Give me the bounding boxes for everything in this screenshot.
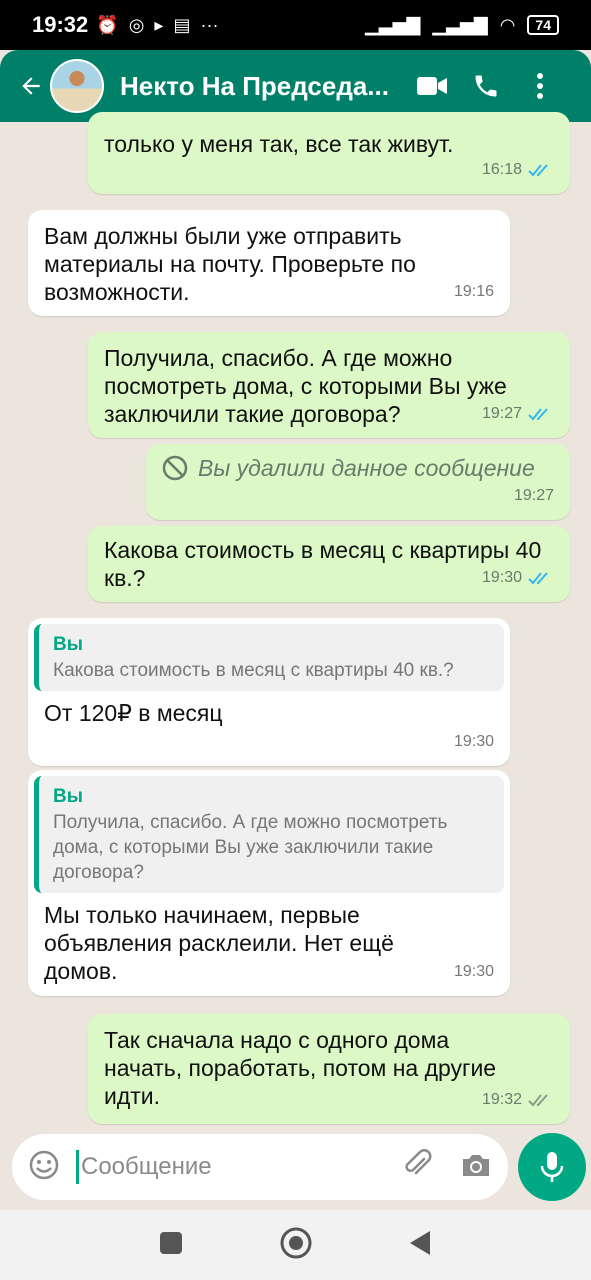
- message-time: 19:27: [513, 487, 554, 504]
- mic-icon: [540, 1152, 564, 1182]
- message-time: 19:16: [453, 283, 494, 300]
- message-meta: 19:30: [454, 728, 494, 756]
- more-dots-icon: ···: [200, 14, 219, 35]
- back-arrow-icon[interactable]: [16, 71, 46, 101]
- avatar[interactable]: [50, 59, 104, 113]
- status-icons-left: ⏰ ◎ ▸ ▤ ···: [96, 15, 218, 36]
- message-meta: 19:32: [482, 1086, 554, 1114]
- message-text: только у меня так, все так живут.: [104, 131, 454, 157]
- play-icon: ▸: [154, 14, 164, 35]
- message-meta: 19:30: [454, 958, 494, 986]
- quote-author: Вы: [53, 634, 83, 655]
- home-icon[interactable]: [279, 1226, 313, 1265]
- quoted-message[interactable]: Вы Какова стоимость в месяц с квартиры 4…: [34, 624, 504, 691]
- message-text: Мы только начинаем, первые объявления ра…: [44, 902, 394, 984]
- message-incoming[interactable]: Вам должны были уже отправить материалы …: [28, 210, 510, 316]
- deleted-message: Вы удалили данное сообщение: [162, 454, 554, 482]
- message-time: 19:30: [453, 733, 494, 750]
- more-vert-icon[interactable]: [513, 59, 567, 113]
- message-outgoing[interactable]: Какова стоимость в месяц с квартиры 40 к…: [88, 526, 570, 602]
- back-icon[interactable]: [408, 1229, 434, 1262]
- phone-icon[interactable]: [459, 59, 513, 113]
- signal-icon: ▁▃▅▇: [432, 14, 488, 35]
- attach-icon[interactable]: [402, 1148, 434, 1186]
- emoji-icon[interactable]: [28, 1149, 60, 1186]
- message-meta: 19:16: [454, 278, 494, 306]
- message-input[interactable]: Сообщение: [76, 1150, 402, 1184]
- message-incoming-reply[interactable]: Вы Какова стоимость в месяц с квартиры 4…: [28, 618, 510, 766]
- system-nav-bar: [0, 1210, 591, 1280]
- quote-text: Получила, спасибо. А где можно посмотрет…: [53, 812, 448, 883]
- deleted-text: Вы удалили данное сообщение: [198, 455, 535, 481]
- camera-icon[interactable]: [460, 1151, 492, 1184]
- message-deleted[interactable]: Вы удалили данное сообщение 19:27: [146, 444, 570, 520]
- read-tick-icon: [528, 408, 548, 421]
- status-icons-right: ▁▃▅▇ ▁▃▅▇ ◠ 74: [365, 15, 559, 36]
- message-outgoing[interactable]: Получила, спасибо. А где можно посмотрет…: [88, 332, 570, 438]
- message-incoming-reply[interactable]: Вы Получила, спасибо. А где можно посмот…: [28, 770, 510, 996]
- message-time: 19:30: [481, 569, 522, 586]
- video-call-icon[interactable]: [405, 59, 459, 113]
- viber-icon: ◎: [128, 14, 145, 35]
- message-outgoing[interactable]: Так сначала надо с одного дома начать, п…: [88, 1014, 570, 1124]
- status-time: 19:32: [32, 12, 89, 37]
- status-bar: 19:32 ⏰ ◎ ▸ ▤ ··· ▁▃▅▇ ▁▃▅▇ ◠ 74: [0, 0, 591, 50]
- calendar-icon: ▤: [173, 14, 191, 35]
- delivered-tick-icon: [528, 1094, 548, 1107]
- message-time: 19:27: [481, 405, 522, 422]
- blocked-icon: [162, 455, 188, 481]
- message-input-bar: Сообщение: [12, 1134, 508, 1200]
- read-tick-icon: [528, 164, 548, 177]
- quoted-message[interactable]: Вы Получила, спасибо. А где можно посмот…: [34, 776, 504, 893]
- message-meta: 19:27: [482, 400, 554, 428]
- mic-button[interactable]: [518, 1133, 586, 1201]
- wifi-icon: ◠: [499, 14, 516, 35]
- signal-icon: ▁▃▅▇: [364, 14, 421, 35]
- message-text: Вам должны были уже отправить материалы …: [44, 223, 416, 305]
- contact-name[interactable]: Некто На Председа...: [120, 71, 405, 102]
- message-time: 19:32: [481, 1091, 522, 1108]
- message-outgoing[interactable]: только у меня так, все так живут. 16:18: [88, 112, 570, 194]
- quote-text: Какова стоимость в месяц с квартиры 40 к…: [53, 660, 454, 681]
- message-meta: 16:18: [482, 156, 554, 184]
- message-meta: 19:30: [482, 564, 554, 592]
- quote-author: Вы: [53, 786, 83, 807]
- read-tick-icon: [528, 572, 548, 585]
- alarm-icon: ⏰: [96, 14, 119, 35]
- message-meta: 19:27: [514, 482, 554, 510]
- message-time: 16:18: [481, 161, 522, 178]
- recents-icon[interactable]: [158, 1230, 184, 1261]
- message-time: 19:30: [453, 963, 494, 980]
- message-text: От 120₽ в месяц: [44, 700, 223, 726]
- battery-icon: 74: [527, 15, 559, 35]
